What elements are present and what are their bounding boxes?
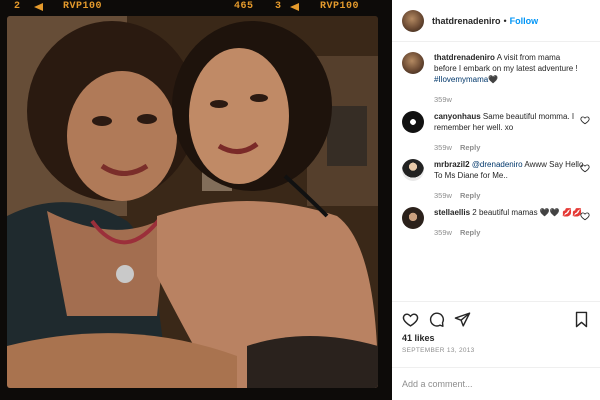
film-arrow-icon — [34, 3, 43, 11]
bookmark-icon[interactable] — [573, 311, 590, 328]
film-frame-number-mid: 465 — [234, 1, 254, 12]
comment-text: mrbrazil2 @drenadeniro Awww Say Hello To… — [434, 159, 584, 181]
film-frame-number-right: 3 — [275, 1, 282, 12]
avatar[interactable] — [402, 159, 424, 181]
caption-time[interactable]: 359w — [434, 95, 452, 104]
comment-username[interactable]: stellaellis — [434, 208, 470, 217]
header-username[interactable]: thatdrenadeniro — [432, 16, 501, 26]
black-heart-emoji: 🖤 — [488, 75, 499, 84]
photo-illustration — [7, 16, 378, 388]
comment-icon[interactable] — [428, 311, 445, 328]
follow-button[interactable]: Follow — [510, 16, 539, 26]
comment-mention[interactable]: @drenadeniro — [472, 160, 523, 169]
caption-text: thatdrenadeniro A visit from mama before… — [434, 52, 584, 85]
comment-body: 2 beautiful mamas 🖤🖤 💋💋 — [472, 208, 582, 217]
separator-dot: • — [503, 15, 507, 26]
film-brand-left: RVP100 — [63, 1, 103, 12]
list-item: canyonhaus Same beautiful momma. I remem… — [402, 111, 590, 152]
heart-icon[interactable] — [402, 311, 419, 328]
post-media: 2 RVP100 465 3 RVP100 — [0, 0, 392, 400]
add-comment-bar — [392, 367, 600, 400]
heart-icon[interactable] — [580, 211, 590, 221]
post-header: thatdrenadeniro • Follow — [392, 0, 600, 42]
post-side-panel: thatdrenadeniro • Follow thatdrenadeniro… — [392, 0, 600, 400]
post-actions: 41 likes SEPTEMBER 13, 2013 — [392, 301, 600, 354]
caption-username[interactable]: thatdrenadeniro — [434, 53, 495, 62]
comment-time[interactable]: 359w — [434, 228, 452, 237]
comment-meta: 359w Reply — [434, 143, 584, 152]
heart-icon[interactable] — [580, 163, 590, 173]
share-icon[interactable] — [454, 311, 471, 328]
avatar[interactable] — [402, 111, 424, 133]
caption-hashtag[interactable]: #Ilovemymama — [434, 75, 488, 84]
comment-text: canyonhaus Same beautiful momma. I remem… — [434, 111, 584, 133]
avatar[interactable] — [402, 207, 424, 229]
film-strip: 2 RVP100 465 3 RVP100 — [0, 0, 392, 14]
list-item: mrbrazil2 @drenadeniro Awww Say Hello To… — [402, 159, 590, 200]
comment-username[interactable]: canyonhaus — [434, 112, 481, 121]
comment-input[interactable] — [402, 379, 552, 389]
film-brand-right: RVP100 — [320, 1, 360, 12]
comment-meta: 359w Reply — [434, 228, 584, 237]
caption-meta: 359w — [434, 95, 584, 104]
reply-button[interactable]: Reply — [460, 143, 480, 152]
post-photo[interactable] — [7, 16, 378, 388]
avatar[interactable] — [402, 9, 424, 32]
post-date[interactable]: SEPTEMBER 13, 2013 — [402, 347, 590, 354]
comments-list[interactable]: thatdrenadeniro A visit from mama before… — [392, 42, 600, 300]
comment-text: stellaellis 2 beautiful mamas 🖤🖤 💋💋 — [434, 207, 584, 218]
reply-button[interactable]: Reply — [460, 191, 480, 200]
comment-time[interactable]: 359w — [434, 191, 452, 200]
heart-icon[interactable] — [580, 115, 590, 125]
film-frame-number-left: 2 — [14, 1, 21, 12]
action-icons — [402, 308, 590, 330]
comment-meta: 359w Reply — [434, 191, 584, 200]
avatar[interactable] — [402, 52, 424, 74]
comment-time[interactable]: 359w — [434, 143, 452, 152]
film-arrow-icon — [290, 3, 299, 11]
reply-button[interactable]: Reply — [460, 228, 480, 237]
likes-count[interactable]: 41 likes — [402, 333, 590, 343]
list-item: stellaellis 2 beautiful mamas 🖤🖤 💋💋 359w… — [402, 207, 590, 237]
comment-username[interactable]: mrbrazil2 — [434, 160, 470, 169]
caption: thatdrenadeniro A visit from mama before… — [402, 52, 590, 104]
